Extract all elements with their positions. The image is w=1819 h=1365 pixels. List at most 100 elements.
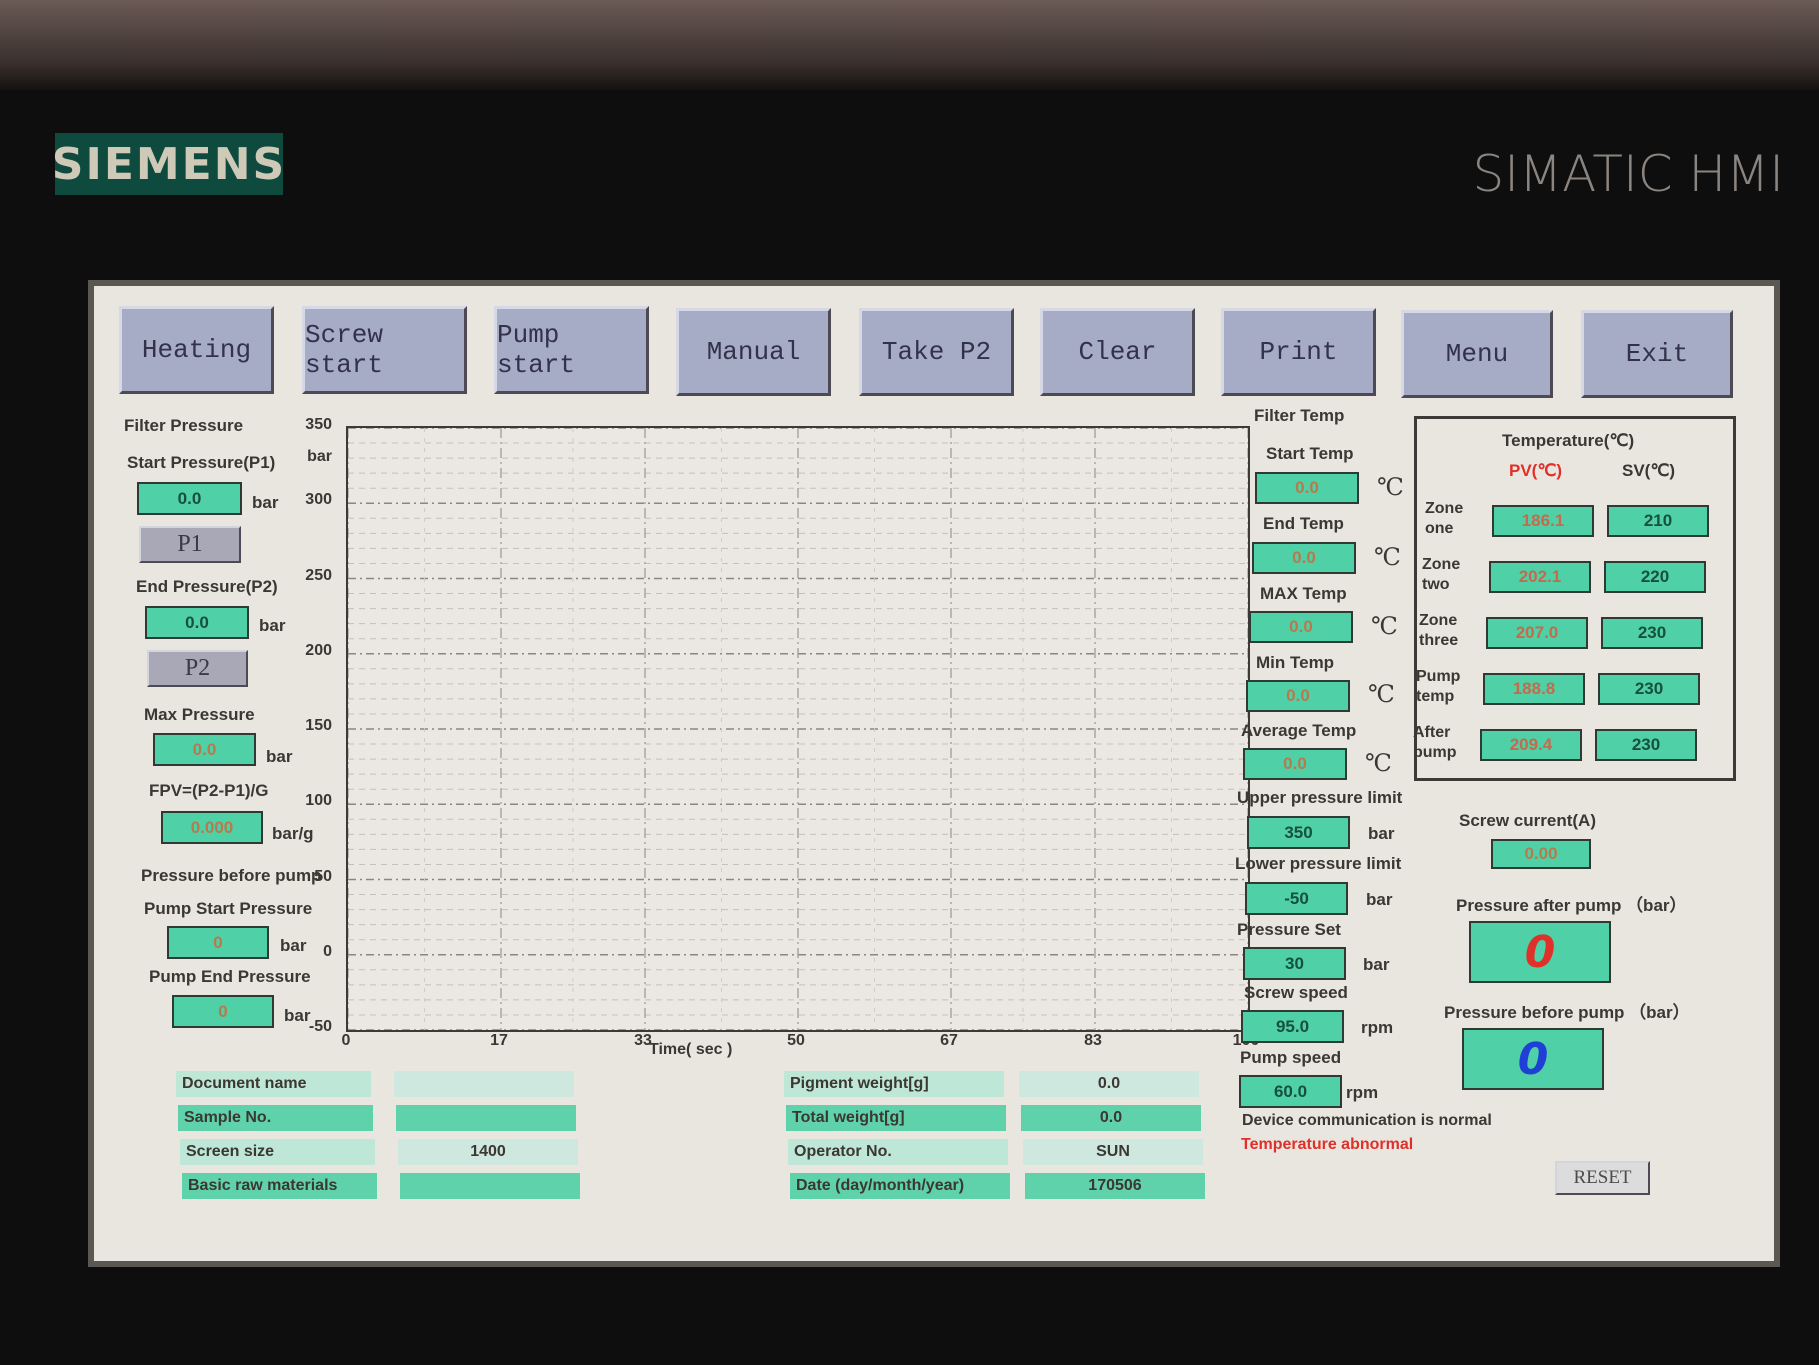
info-value[interactable]: 0.0 (1021, 1105, 1201, 1131)
zone-pv-field: 207.0 (1486, 617, 1588, 649)
upper-pressure-limit-label: Upper pressure limit (1237, 788, 1403, 807)
x-tick-label: 83 (1084, 1032, 1102, 1049)
fpv-unit: bar/g (272, 824, 314, 843)
filter-temp-field: 0.0 (1252, 542, 1356, 574)
y-tick-label: 150 (305, 717, 332, 734)
temperature-panel: Temperature(℃) PV(℃) SV(℃) Zone one 186.1 2… (1413, 416, 1736, 781)
temperature-title: Temperature(℃) (1502, 431, 1635, 450)
y-tick-label: 300 (305, 491, 332, 509)
background-ceiling (0, 0, 1819, 90)
info-value[interactable]: 1400 (398, 1139, 578, 1165)
filter-temp-label: Average Temp (1241, 721, 1357, 740)
pressure-before-pump-display: 0 (1462, 1028, 1604, 1090)
info-value[interactable]: SUN (1023, 1139, 1203, 1165)
start-pressure-field: 0.0 (137, 482, 242, 515)
celsius-unit: ℃ (1374, 543, 1401, 571)
filter-temp-field: 0.0 (1246, 680, 1350, 712)
pressure-before-pump-label: Pressure before pump （bar） (1444, 1003, 1690, 1022)
zone-sv-field[interactable]: 230 (1598, 673, 1700, 705)
info-value[interactable] (396, 1105, 576, 1131)
fpv-field: 0.000 (161, 811, 263, 844)
zone-label-line1: After (1413, 724, 1451, 741)
simatic-hmi-label: SIMATIC HMI (1472, 145, 1784, 203)
info-label: Total weight[g] (786, 1105, 1006, 1131)
y-tick-label: 50 (314, 867, 332, 885)
filter-temp-label: MAX Temp (1260, 584, 1347, 603)
manual-button[interactable]: Manual (676, 308, 831, 396)
pressure-set-field[interactable]: 30 (1243, 947, 1346, 980)
info-label: Operator No. (788, 1139, 1008, 1165)
zone-sv-field[interactable]: 210 (1607, 505, 1709, 537)
zone-sv-field[interactable]: 230 (1601, 617, 1703, 649)
sv-header: SV(℃) (1622, 461, 1676, 480)
screw-current-field: 0.00 (1491, 839, 1591, 869)
pump-end-pressure-field: 0 (172, 995, 274, 1028)
filter-temp-label: End Temp (1263, 514, 1344, 533)
zone-label: Zone two (1422, 555, 1460, 595)
x-tick-label: 67 (940, 1032, 958, 1049)
pump-start-pressure-label: Pump Start Pressure (144, 899, 313, 918)
pressure-after-pump-label: Pressure after pump （bar） (1456, 896, 1687, 915)
filter-temp-title: Filter Temp (1254, 406, 1345, 425)
heating-button[interactable]: Heating (119, 306, 274, 394)
zone-label-line1: Zone (1425, 500, 1464, 517)
y-tick-label: 200 (305, 641, 332, 659)
menu-button[interactable]: Menu (1401, 310, 1553, 398)
celsius-unit: ℃ (1365, 749, 1392, 777)
screw-speed-field[interactable]: 95.0 (1241, 1010, 1344, 1043)
info-value[interactable] (400, 1173, 580, 1199)
pressure-trend-chart (346, 426, 1250, 1032)
lower-pressure-limit-field[interactable]: -50 (1245, 882, 1348, 915)
p2-button[interactable]: P2 (147, 650, 248, 687)
hmi-screen: Heating Screw start Pump start Manual Ta… (88, 280, 1780, 1267)
zone-pv-field: 188.8 (1483, 673, 1585, 705)
zone-sv-field[interactable]: 220 (1604, 561, 1706, 593)
celsius-unit: ℃ (1377, 473, 1404, 501)
exit-button[interactable]: Exit (1581, 310, 1733, 398)
zone-label-line2: two (1422, 576, 1450, 593)
zone-label: Zone three (1419, 611, 1458, 651)
end-pressure-unit: bar (259, 616, 286, 635)
filter-temp-field: 0.0 (1255, 472, 1359, 504)
clear-button[interactable]: Clear (1040, 308, 1195, 396)
info-label: Document name (176, 1071, 371, 1097)
screw-speed-label: Screw speed (1244, 983, 1348, 1002)
y-tick-label: 250 (305, 566, 332, 584)
zone-label-line2: three (1419, 632, 1459, 649)
filter-temp-field: 0.0 (1243, 748, 1347, 780)
max-pressure-field: 0.0 (153, 733, 256, 766)
p1-button[interactable]: P1 (139, 526, 241, 563)
upper-pressure-limit-field[interactable]: 350 (1247, 816, 1350, 849)
screw-start-button[interactable]: Screw start (302, 306, 467, 394)
x-tick-label: 50 (787, 1032, 805, 1049)
take-p2-button[interactable]: Take P2 (859, 308, 1014, 396)
pump-start-button[interactable]: Pump start (494, 306, 649, 394)
info-value[interactable] (394, 1071, 574, 1097)
info-value[interactable]: 0.0 (1019, 1071, 1199, 1097)
upper-pressure-limit-unit: bar (1368, 824, 1395, 843)
zone-label-line2: one (1425, 520, 1454, 537)
pressure-set-unit: bar (1363, 955, 1390, 974)
lower-pressure-limit-unit: bar (1366, 890, 1393, 909)
zone-label: After pump (1413, 723, 1457, 763)
y-axis-unit: bar (307, 448, 332, 465)
pump-start-pressure-field: 0 (167, 926, 269, 959)
reset-button[interactable]: RESET (1555, 1161, 1650, 1195)
zone-pv-field: 186.1 (1492, 505, 1594, 537)
end-pressure-field: 0.0 (145, 606, 249, 639)
x-tick-label: 0 (341, 1032, 351, 1049)
zone-label-line2: temp (1416, 688, 1455, 705)
zone-label-line1: Pump (1416, 668, 1461, 685)
pump-speed-field[interactable]: 60.0 (1239, 1075, 1342, 1108)
comm-status: Device communication is normal (1242, 1112, 1492, 1129)
print-button[interactable]: Print (1221, 308, 1376, 396)
zone-sv-field[interactable]: 230 (1595, 729, 1697, 761)
info-label: Pigment weight[g] (784, 1071, 1004, 1097)
temp-status: Temperature abnormal (1241, 1136, 1414, 1153)
info-value[interactable]: 170506 (1025, 1173, 1205, 1199)
pressure-set-label: Pressure Set (1237, 920, 1341, 939)
celsius-unit: ℃ (1368, 680, 1395, 708)
max-pressure-label: Max Pressure (144, 705, 255, 724)
filter-temp-field: 0.0 (1249, 611, 1353, 643)
zone-pv-field: 202.1 (1489, 561, 1591, 593)
